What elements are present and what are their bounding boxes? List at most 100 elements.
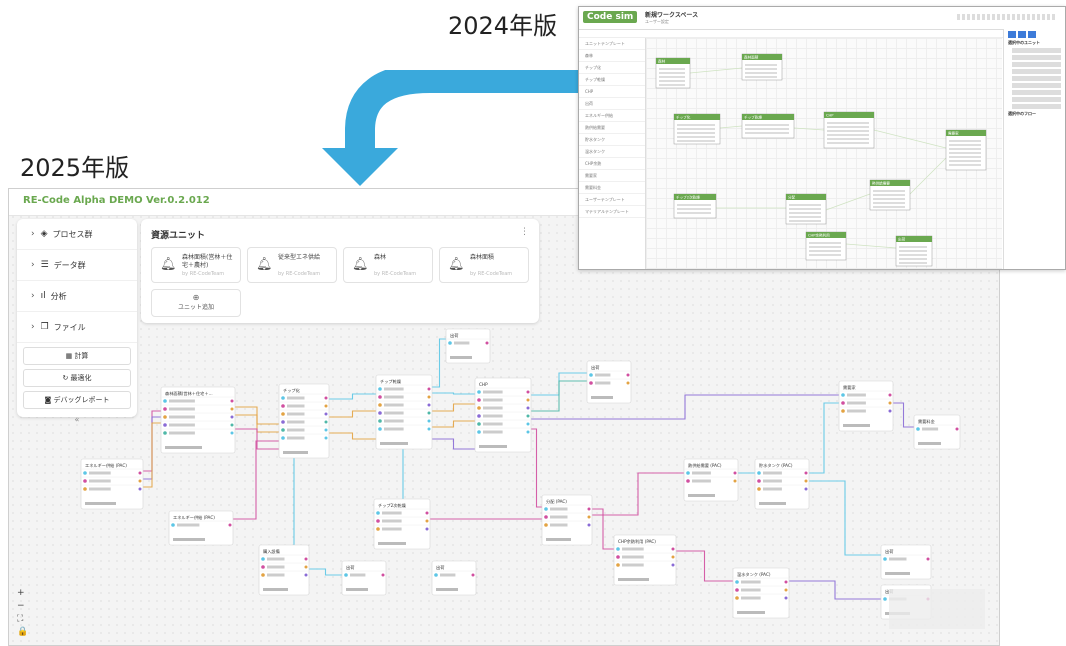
sidebar-2024-item[interactable]: マテリアルテンプレート bbox=[579, 206, 645, 218]
flow-edge[interactable] bbox=[309, 568, 342, 576]
app-2025-title: RE-Code Alpha DEMO Ver.0.2.012 bbox=[23, 195, 210, 206]
flow-edge-2024[interactable] bbox=[873, 129, 947, 149]
sidebar-item-files[interactable]: › ❐ ファイル bbox=[17, 312, 137, 343]
collapse-sidebar-button[interactable]: « bbox=[17, 415, 137, 424]
flow-edge-2024[interactable] bbox=[909, 157, 947, 195]
flow-node[interactable]: 出荷 bbox=[431, 560, 477, 596]
flow-node-2024[interactable]: 需要家 bbox=[945, 129, 987, 171]
sidebar-2024-item[interactable]: 森林 bbox=[579, 50, 645, 62]
resource-unit-card[interactable]: 🔔︎ 森林面積(営林＋住宅＋農村) by RE-CodeTeam bbox=[151, 247, 241, 283]
sidebar-2024-item[interactable]: チップ乾燥 bbox=[579, 74, 645, 86]
lock-button[interactable]: 🔒 bbox=[17, 626, 28, 639]
flow-edge[interactable] bbox=[432, 420, 475, 428]
resource-unit-card[interactable]: 🔔︎ 森林面積 by RE-CodeTeam bbox=[439, 247, 529, 283]
flow-edge-2024[interactable] bbox=[793, 127, 825, 131]
optimize-button[interactable]: ↻ 最適化 bbox=[23, 369, 131, 387]
flow-edge[interactable] bbox=[809, 402, 839, 474]
zoom-out-button[interactable]: − bbox=[17, 600, 28, 613]
sidebar-2024-item[interactable]: 温水タンク bbox=[579, 146, 645, 158]
flow-edge-2024[interactable] bbox=[825, 193, 871, 211]
sidebar-2024-item[interactable]: 需要家 bbox=[579, 170, 645, 182]
flow-edge[interactable] bbox=[893, 402, 914, 428]
flow-node[interactable]: 分配 (PAC) bbox=[541, 494, 593, 546]
flow-edge-2024[interactable] bbox=[719, 125, 743, 129]
resource-unit-card[interactable]: 🔔︎ 森林 by RE-CodeTeam bbox=[343, 247, 433, 283]
flow-node[interactable]: 貯水タンク (PAC) bbox=[754, 458, 810, 510]
flow-node-2024[interactable]: チップ化 bbox=[673, 113, 721, 145]
flow-edge[interactable] bbox=[531, 380, 587, 412]
sidebar-2024-item[interactable]: 熱供給需要 bbox=[579, 122, 645, 134]
flow-node[interactable]: チップ化 bbox=[278, 383, 330, 459]
flow-edge[interactable] bbox=[143, 422, 161, 488]
flow-edge[interactable] bbox=[789, 580, 881, 600]
fit-view-button[interactable]: ⛶ bbox=[17, 613, 28, 626]
flow-node[interactable]: 森林面積(営林＋住宅＋… bbox=[160, 386, 236, 454]
flow-edge[interactable] bbox=[432, 392, 475, 395]
resource-unit-card[interactable]: 🔔︎ 従来型エネ供給 by RE-CodeTeam bbox=[247, 247, 337, 283]
zoom-in-button[interactable]: + bbox=[17, 587, 28, 600]
flow-edge[interactable] bbox=[259, 440, 329, 562]
more-menu-icon[interactable]: ⋮ bbox=[520, 227, 529, 237]
flow-node[interactable]: CHP余熱利用 (PAC) bbox=[613, 534, 677, 586]
flow-edge[interactable] bbox=[432, 403, 475, 412]
flow-node-2024[interactable]: 森林面積 bbox=[741, 53, 783, 81]
flow-node[interactable]: エネルギー供給 (PAC) bbox=[80, 458, 144, 510]
flow-edge[interactable] bbox=[432, 438, 475, 450]
flow-edge[interactable] bbox=[233, 440, 279, 520]
flow-edge[interactable] bbox=[432, 338, 447, 388]
flow-edge[interactable] bbox=[329, 410, 376, 418]
flow-edge-2024[interactable] bbox=[689, 67, 743, 74]
sidebar-2024-item[interactable]: ユーザーテンプレート bbox=[579, 194, 645, 206]
sidebar-2024-item[interactable]: 需要料金 bbox=[579, 182, 645, 194]
flow-node[interactable]: 温水タンク (PAC) bbox=[732, 567, 790, 619]
flow-edge[interactable] bbox=[329, 393, 376, 400]
sidebar-item-data[interactable]: › ☰ データ群 bbox=[17, 250, 137, 281]
flow-node[interactable]: エネルギー供給 (PAC) bbox=[168, 510, 234, 546]
sidebar-2024-item[interactable]: CHP bbox=[579, 86, 645, 98]
sidebar-2024-item[interactable]: 貯水タンク bbox=[579, 134, 645, 146]
flow-edge[interactable] bbox=[592, 472, 684, 516]
flow-node[interactable]: 出荷 bbox=[341, 560, 387, 596]
flow-edge[interactable] bbox=[531, 394, 839, 420]
flow-edge-2024[interactable] bbox=[845, 243, 897, 249]
flow-edge[interactable] bbox=[531, 428, 542, 508]
inspector-toolbar[interactable] bbox=[1008, 31, 1061, 38]
sidebar-item-label: データ群 bbox=[53, 260, 86, 270]
flow-node[interactable]: 熱供給需要 (PAC) bbox=[683, 458, 739, 502]
sidebar-item-process[interactable]: › ◈ プロセス群 bbox=[17, 219, 137, 250]
flow-node-2024[interactable]: CHP余熱利用 bbox=[805, 231, 847, 261]
flow-node-2024[interactable]: 森林 bbox=[655, 57, 691, 89]
flow-node[interactable]: 需要料金 bbox=[913, 414, 961, 450]
sidebar-2024-item[interactable]: エネルギー供給 bbox=[579, 110, 645, 122]
flow-node-2024[interactable]: チップ2次乾燥 bbox=[673, 193, 717, 219]
flow-node-2024[interactable]: CHP bbox=[823, 111, 875, 149]
flow-node-2024[interactable]: 分配 bbox=[785, 193, 827, 225]
version-2024-label: 2024年版 bbox=[448, 12, 558, 40]
flow-edge[interactable] bbox=[809, 480, 881, 556]
flow-node-2024[interactable]: 出荷 bbox=[895, 235, 933, 267]
sidebar-2024-item[interactable]: チップ化 bbox=[579, 62, 645, 74]
sidebar-2024-item[interactable]: ユニットテンプレート bbox=[579, 38, 645, 50]
flow-node-2024-title: 熱供給需要 bbox=[872, 181, 890, 186]
flow-node[interactable]: 出荷 bbox=[880, 544, 932, 580]
sidebar-2024-item[interactable]: 出荷 bbox=[579, 98, 645, 110]
flow-edge[interactable] bbox=[329, 432, 376, 440]
flow-edge[interactable] bbox=[676, 550, 733, 582]
flow-canvas-2024[interactable]: 森林 森林面積チップ化 チップ乾燥 CHP 需要家チップ2次乾燥 分配 熱供給需要 CHP余熱… bbox=[646, 38, 1002, 269]
flow-node[interactable]: 購入設備 bbox=[258, 544, 310, 596]
flow-node[interactable]: 需要家 bbox=[838, 380, 894, 432]
flow-node[interactable]: 出荷 bbox=[445, 328, 491, 364]
add-unit-button[interactable]: ⊕ ユニット追加 bbox=[151, 289, 241, 317]
flow-node[interactable]: チップ乾燥 bbox=[375, 374, 433, 450]
sidebar-2024-item[interactable]: CHP余熱 bbox=[579, 158, 645, 170]
minimap[interactable] bbox=[889, 589, 985, 629]
flow-node-2024[interactable]: 熱供給需要 bbox=[869, 179, 911, 211]
flow-node[interactable]: チップ2次乾燥 bbox=[373, 498, 431, 550]
sidebar-item-analysis[interactable]: › ıl 分析 bbox=[17, 281, 137, 312]
flow-node-2024[interactable]: チップ乾燥 bbox=[741, 113, 795, 139]
selected-flow-title: 選択中のフロー bbox=[1008, 111, 1036, 116]
flow-node[interactable]: CHP bbox=[474, 377, 532, 453]
debug-report-button[interactable]: ◙ デバッグレポート bbox=[23, 391, 131, 409]
flow-node[interactable]: 出荷 bbox=[586, 360, 632, 404]
calculate-button[interactable]: ▦ 計算 bbox=[23, 347, 131, 365]
